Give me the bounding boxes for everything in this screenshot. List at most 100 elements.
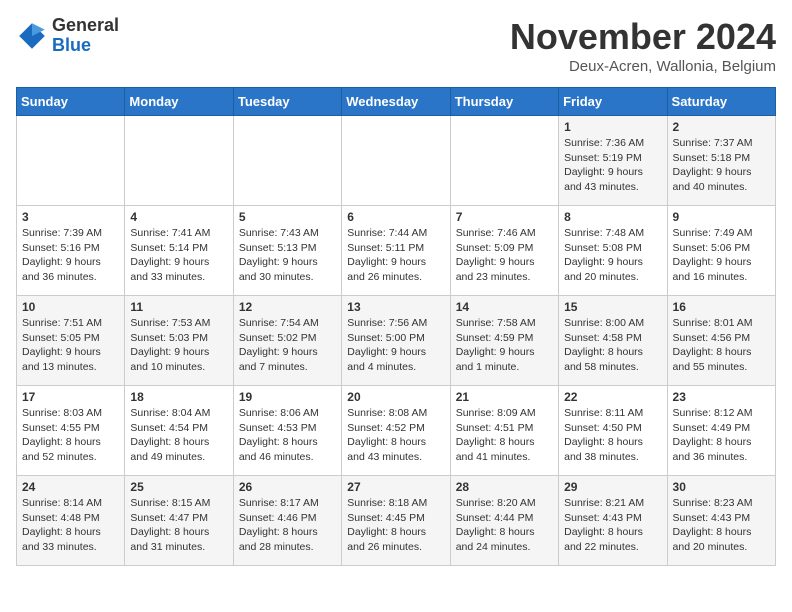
calendar-cell: 17 Sunrise: 8:03 AM Sunset: 4:55 PM Dayli… xyxy=(17,386,125,476)
calendar-cell: 18Sunrise: 8:04 AM Sunset: 4:54 PM Dayli… xyxy=(125,386,233,476)
calendar-cell xyxy=(17,116,125,206)
day-info: Sunrise: 7:39 AM Sunset: 5:16 PM Dayligh… xyxy=(22,226,119,285)
calendar-cell: 2 Sunrise: 7:37 AM Sunset: 5:18 PM Daylig… xyxy=(667,116,775,206)
day-number: 20 xyxy=(347,390,444,404)
calendar-cell: 11 Sunrise: 7:53 AM Sunset: 5:03 PM Dayli… xyxy=(125,296,233,386)
day-info: Sunrise: 8:18 AM Sunset: 4:45 PM Dayligh… xyxy=(347,496,444,555)
day-number: 9 xyxy=(673,210,770,224)
calendar-cell: 20 Sunrise: 8:08 AM Sunset: 4:52 PM Dayli… xyxy=(342,386,450,476)
day-info: Sunrise: 8:03 AM Sunset: 4:55 PM Dayligh… xyxy=(22,406,119,465)
calendar-week-5: 24Sunrise: 8:14 AM Sunset: 4:48 PM Dayli… xyxy=(17,476,776,566)
day-number: 21 xyxy=(456,390,553,404)
day-number: 17 xyxy=(22,390,119,404)
calendar-cell: 1 Sunrise: 7:36 AM Sunset: 5:19 PM Daylig… xyxy=(559,116,667,206)
day-info: Sunrise: 7:46 AM Sunset: 5:09 PM Dayligh… xyxy=(456,226,553,285)
calendar-cell: 7 Sunrise: 7:46 AM Sunset: 5:09 PM Daylig… xyxy=(450,206,558,296)
day-info: Sunrise: 8:21 AM Sunset: 4:43 PM Dayligh… xyxy=(564,496,661,555)
calendar-cell: 5 Sunrise: 7:43 AM Sunset: 5:13 PM Daylig… xyxy=(233,206,341,296)
day-info: Sunrise: 8:23 AM Sunset: 4:43 PM Dayligh… xyxy=(673,496,770,555)
calendar-cell: 8 Sunrise: 7:48 AM Sunset: 5:08 PM Daylig… xyxy=(559,206,667,296)
day-info: Sunrise: 8:09 AM Sunset: 4:51 PM Dayligh… xyxy=(456,406,553,465)
calendar-cell: 3Sunrise: 7:39 AM Sunset: 5:16 PM Daylig… xyxy=(17,206,125,296)
day-number: 23 xyxy=(673,390,770,404)
title-area: November 2024 Deux-Acren, Wallonia, Belg… xyxy=(510,16,776,75)
day-number: 19 xyxy=(239,390,336,404)
day-number: 7 xyxy=(456,210,553,224)
day-info: Sunrise: 8:06 AM Sunset: 4:53 PM Dayligh… xyxy=(239,406,336,465)
page-header: General Blue November 2024 Deux-Acren, W… xyxy=(16,16,776,75)
calendar-cell: 25 Sunrise: 8:15 AM Sunset: 4:47 PM Dayli… xyxy=(125,476,233,566)
day-number: 10 xyxy=(22,300,119,314)
day-number: 15 xyxy=(564,300,661,314)
day-number: 4 xyxy=(130,210,227,224)
day-info: Sunrise: 8:17 AM Sunset: 4:46 PM Dayligh… xyxy=(239,496,336,555)
day-info: Sunrise: 7:37 AM Sunset: 5:18 PM Dayligh… xyxy=(673,136,770,195)
calendar-cell: 19 Sunrise: 8:06 AM Sunset: 4:53 PM Dayli… xyxy=(233,386,341,476)
calendar-cell: 28Sunrise: 8:20 AM Sunset: 4:44 PM Dayli… xyxy=(450,476,558,566)
day-info: Sunrise: 8:15 AM Sunset: 4:47 PM Dayligh… xyxy=(130,496,227,555)
calendar-cell: 15 Sunrise: 8:00 AM Sunset: 4:58 PM Dayli… xyxy=(559,296,667,386)
day-info: Sunrise: 7:49 AM Sunset: 5:06 PM Dayligh… xyxy=(673,226,770,285)
day-number: 29 xyxy=(564,480,661,494)
calendar-week-1: 1 Sunrise: 7:36 AM Sunset: 5:19 PM Daylig… xyxy=(17,116,776,206)
day-info: Sunrise: 8:00 AM Sunset: 4:58 PM Dayligh… xyxy=(564,316,661,375)
day-info: Sunrise: 7:53 AM Sunset: 5:03 PM Dayligh… xyxy=(130,316,227,375)
weekday-header-saturday: Saturday xyxy=(667,88,775,116)
day-number: 14 xyxy=(456,300,553,314)
day-info: Sunrise: 7:58 AM Sunset: 4:59 PM Dayligh… xyxy=(456,316,553,375)
day-info: Sunrise: 7:43 AM Sunset: 5:13 PM Dayligh… xyxy=(239,226,336,285)
day-info: Sunrise: 7:56 AM Sunset: 5:00 PM Dayligh… xyxy=(347,316,444,375)
weekday-header-tuesday: Tuesday xyxy=(233,88,341,116)
day-number: 6 xyxy=(347,210,444,224)
weekday-header-row: SundayMondayTuesdayWednesdayThursdayFrid… xyxy=(17,88,776,116)
calendar-cell: 29 Sunrise: 8:21 AM Sunset: 4:43 PM Dayli… xyxy=(559,476,667,566)
day-number: 18 xyxy=(130,390,227,404)
day-number: 27 xyxy=(347,480,444,494)
calendar-cell xyxy=(342,116,450,206)
calendar-cell xyxy=(450,116,558,206)
day-info: Sunrise: 8:01 AM Sunset: 4:56 PM Dayligh… xyxy=(673,316,770,375)
weekday-header-wednesday: Wednesday xyxy=(342,88,450,116)
day-number: 24 xyxy=(22,480,119,494)
day-info: Sunrise: 8:20 AM Sunset: 4:44 PM Dayligh… xyxy=(456,496,553,555)
day-info: Sunrise: 8:08 AM Sunset: 4:52 PM Dayligh… xyxy=(347,406,444,465)
day-number: 13 xyxy=(347,300,444,314)
day-number: 5 xyxy=(239,210,336,224)
calendar-week-2: 3Sunrise: 7:39 AM Sunset: 5:16 PM Daylig… xyxy=(17,206,776,296)
day-number: 30 xyxy=(673,480,770,494)
weekday-header-monday: Monday xyxy=(125,88,233,116)
calendar-cell: 24Sunrise: 8:14 AM Sunset: 4:48 PM Dayli… xyxy=(17,476,125,566)
calendar-cell: 9 Sunrise: 7:49 AM Sunset: 5:06 PM Daylig… xyxy=(667,206,775,296)
calendar-week-3: 10 Sunrise: 7:51 AM Sunset: 5:05 PM Dayli… xyxy=(17,296,776,386)
day-number: 25 xyxy=(130,480,227,494)
day-info: Sunrise: 8:12 AM Sunset: 4:49 PM Dayligh… xyxy=(673,406,770,465)
month-title: November 2024 xyxy=(510,16,776,58)
day-number: 11 xyxy=(130,300,227,314)
weekday-header-friday: Friday xyxy=(559,88,667,116)
day-info: Sunrise: 7:36 AM Sunset: 5:19 PM Dayligh… xyxy=(564,136,661,195)
day-info: Sunrise: 7:41 AM Sunset: 5:14 PM Dayligh… xyxy=(130,226,227,285)
calendar-cell: 21 Sunrise: 8:09 AM Sunset: 4:51 PM Dayli… xyxy=(450,386,558,476)
day-number: 12 xyxy=(239,300,336,314)
calendar-cell: 14 Sunrise: 7:58 AM Sunset: 4:59 PM Dayli… xyxy=(450,296,558,386)
day-number: 16 xyxy=(673,300,770,314)
calendar-cell: 30 Sunrise: 8:23 AM Sunset: 4:43 PM Dayli… xyxy=(667,476,775,566)
day-info: Sunrise: 7:48 AM Sunset: 5:08 PM Dayligh… xyxy=(564,226,661,285)
logo-blue-text: Blue xyxy=(52,36,119,56)
day-info: Sunrise: 7:51 AM Sunset: 5:05 PM Dayligh… xyxy=(22,316,119,375)
day-info: Sunrise: 8:11 AM Sunset: 4:50 PM Dayligh… xyxy=(564,406,661,465)
day-number: 1 xyxy=(564,120,661,134)
calendar-cell: 27 Sunrise: 8:18 AM Sunset: 4:45 PM Dayli… xyxy=(342,476,450,566)
calendar-cell xyxy=(125,116,233,206)
logo-general-text: General xyxy=(52,16,119,36)
calendar-cell: 22Sunrise: 8:11 AM Sunset: 4:50 PM Dayli… xyxy=(559,386,667,476)
calendar-cell: 12Sunrise: 7:54 AM Sunset: 5:02 PM Dayli… xyxy=(233,296,341,386)
day-number: 2 xyxy=(673,120,770,134)
calendar-cell xyxy=(233,116,341,206)
location-subtitle: Deux-Acren, Wallonia, Belgium xyxy=(510,58,776,75)
calendar-table: SundayMondayTuesdayWednesdayThursdayFrid… xyxy=(16,87,776,566)
calendar-week-4: 17 Sunrise: 8:03 AM Sunset: 4:55 PM Dayli… xyxy=(17,386,776,476)
calendar-cell: 4 Sunrise: 7:41 AM Sunset: 5:14 PM Daylig… xyxy=(125,206,233,296)
day-number: 8 xyxy=(564,210,661,224)
calendar-cell: 6Sunrise: 7:44 AM Sunset: 5:11 PM Daylig… xyxy=(342,206,450,296)
